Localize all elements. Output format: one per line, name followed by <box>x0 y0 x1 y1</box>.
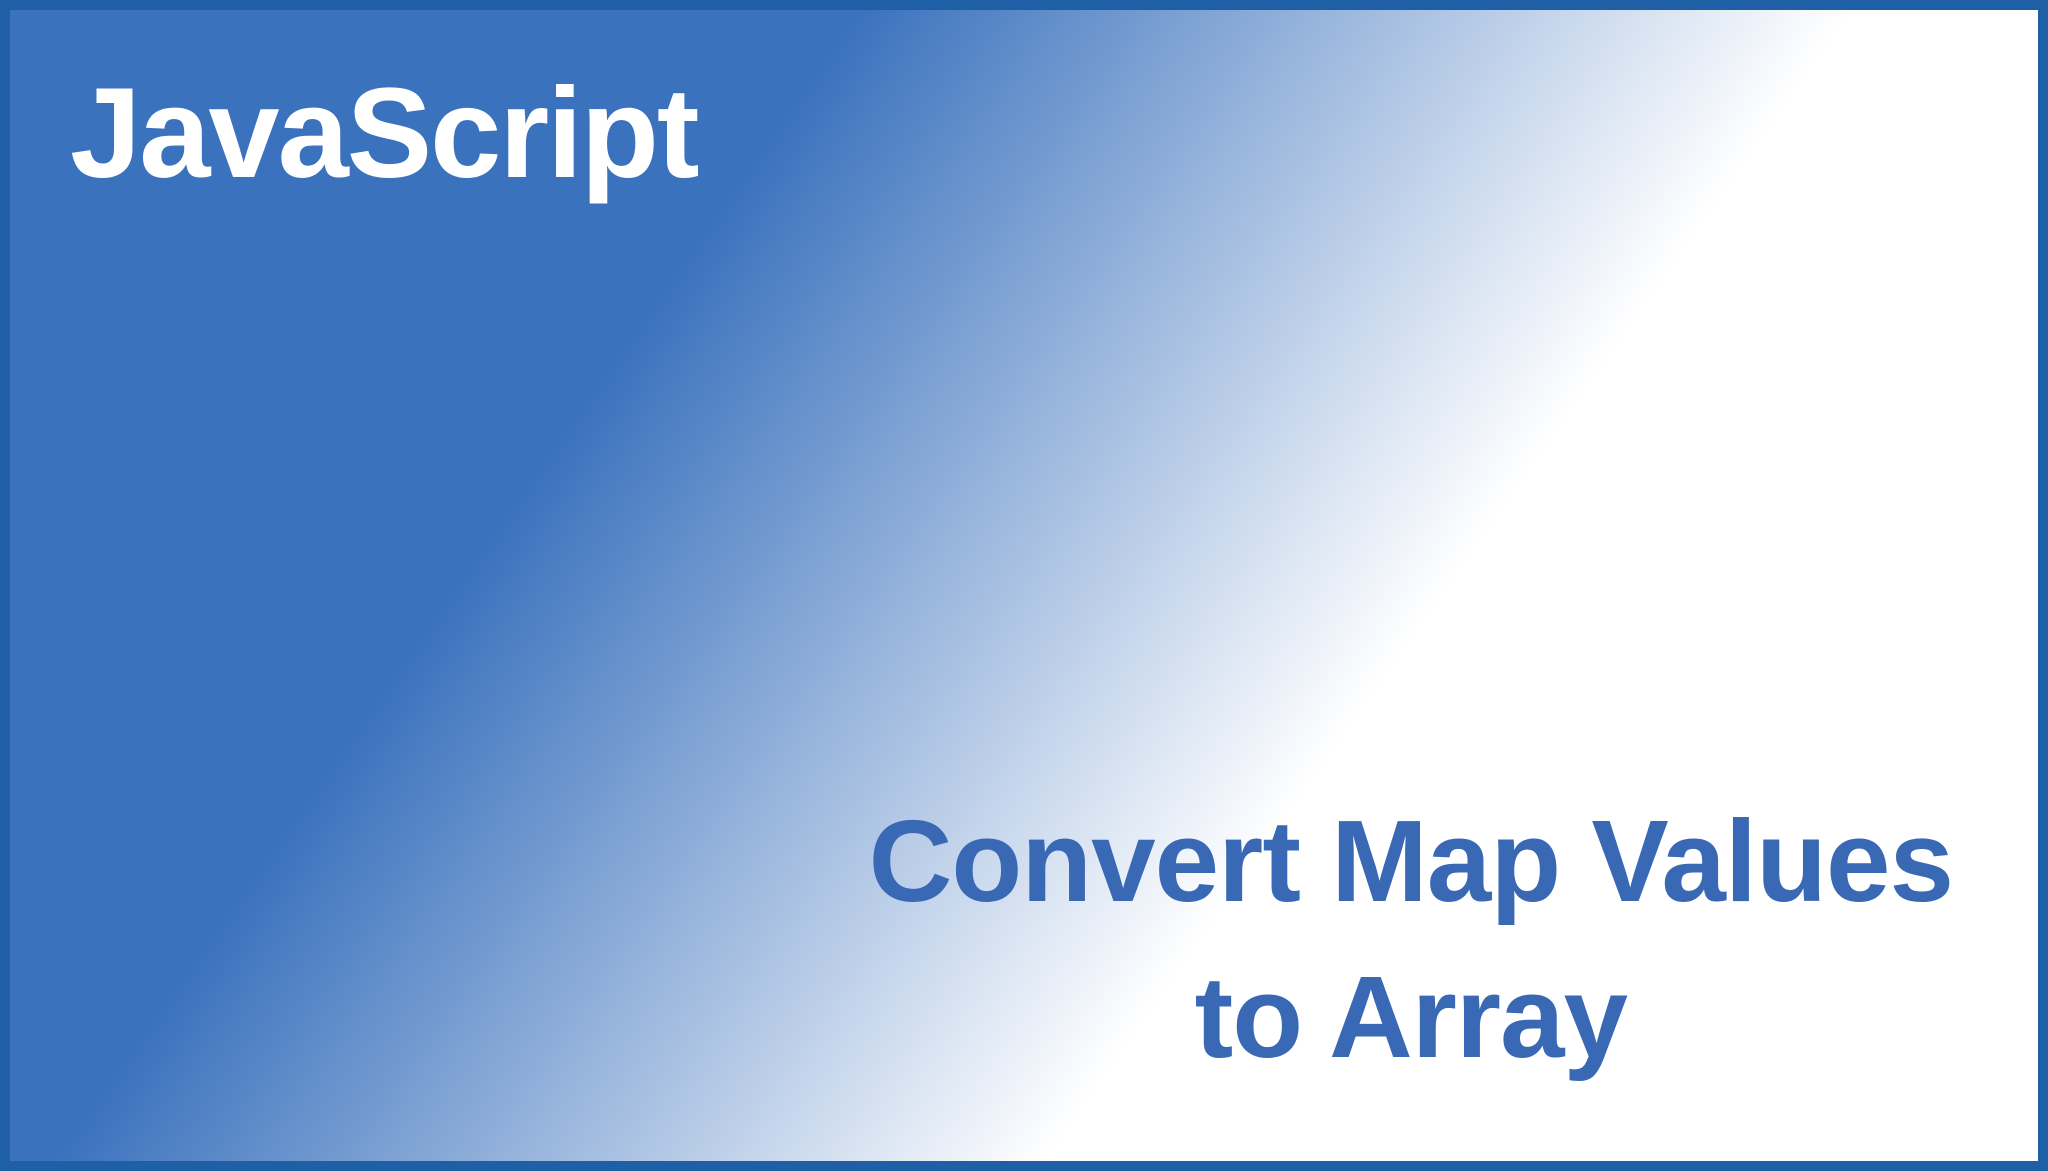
subtitle-line-1: Convert Map Values <box>869 783 1953 940</box>
banner-subtitle: Convert Map Values to Array <box>869 783 1953 1096</box>
banner-title: JavaScript <box>70 60 698 207</box>
banner-container: JavaScript Convert Map Values to Array <box>0 0 2048 1171</box>
subtitle-line-2: to Array <box>869 939 1953 1096</box>
